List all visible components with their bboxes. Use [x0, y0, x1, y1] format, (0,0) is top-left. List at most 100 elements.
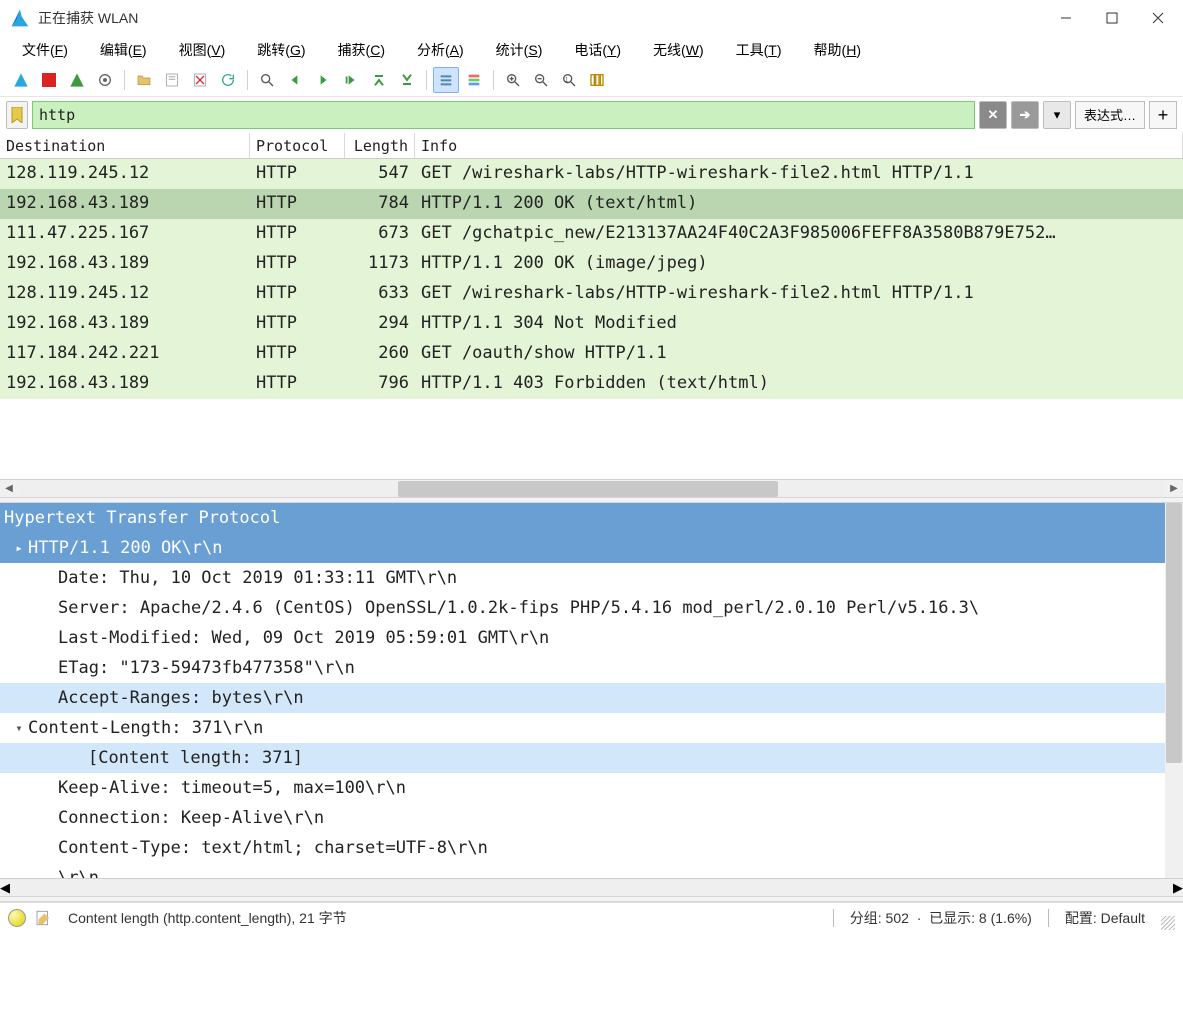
menu-g[interactable]: 跳转(G): [241, 36, 321, 64]
column-info[interactable]: Info: [415, 133, 1183, 158]
display-filter-field[interactable]: [33, 106, 974, 124]
menu-c[interactable]: 捕获(C): [322, 36, 401, 64]
clear-filter-button[interactable]: ✕: [979, 101, 1007, 129]
detail-crlf[interactable]: \r\n: [0, 863, 1183, 878]
capture-options-button[interactable]: [92, 67, 118, 93]
packet-row[interactable]: 192.168.43.189HTTP1173HTTP/1.1 200 OK (i…: [0, 249, 1183, 279]
go-previous-button[interactable]: [282, 67, 308, 93]
menu-y[interactable]: 电话(Y): [558, 36, 637, 64]
menu-a[interactable]: 分析(A): [401, 36, 480, 64]
colorize-button[interactable]: [461, 67, 487, 93]
detail-content-length-value[interactable]: [Content length: 371]: [0, 743, 1183, 773]
resize-columns-button[interactable]: [584, 67, 610, 93]
column-length[interactable]: Length: [345, 133, 415, 158]
go-first-button[interactable]: [366, 67, 392, 93]
stop-capture-button[interactable]: [36, 67, 62, 93]
go-to-packet-button[interactable]: [338, 67, 364, 93]
packet-row[interactable]: 192.168.43.189HTTP796HTTP/1.1 403 Forbid…: [0, 369, 1183, 399]
close-button[interactable]: [1135, 2, 1181, 34]
save-file-button[interactable]: [159, 67, 185, 93]
detail-date[interactable]: Date: Thu, 10 Oct 2019 01:33:11 GMT\r\n: [0, 563, 1183, 593]
column-protocol[interactable]: Protocol: [250, 133, 345, 158]
detail-etag[interactable]: ETag: "173-59473fb477358"\r\n: [0, 653, 1183, 683]
packet-row[interactable]: 128.119.245.12HTTP547GET /wireshark-labs…: [0, 159, 1183, 189]
cell-destination: 192.168.43.189: [0, 369, 250, 399]
cell-protocol: HTTP: [250, 189, 345, 219]
cell-length: 796: [345, 369, 415, 399]
go-last-button[interactable]: [394, 67, 420, 93]
scroll-track[interactable]: [10, 880, 1173, 896]
open-file-button[interactable]: [131, 67, 157, 93]
detail-server[interactable]: Server: Apache/2.4.6 (CentOS) OpenSSL/1.…: [0, 593, 1183, 623]
detail-content-length[interactable]: ▾Content-Length: 371\r\n: [0, 713, 1183, 743]
cell-length: 547: [345, 159, 415, 189]
status-packets: 分组: 502 · 已显示: 8 (1.6%): [842, 908, 1040, 928]
menu-s[interactable]: 统计(S): [480, 36, 559, 64]
scroll-left-arrow[interactable]: ◀: [0, 880, 10, 896]
auto-scroll-button[interactable]: [433, 67, 459, 93]
packet-row[interactable]: 192.168.43.189HTTP294HTTP/1.1 304 Not Mo…: [0, 309, 1183, 339]
packet-list-hscroll[interactable]: ◀ ▶: [0, 479, 1183, 497]
find-packet-button[interactable]: [254, 67, 280, 93]
detail-status-line[interactable]: ▸HTTP/1.1 200 OK\r\n: [0, 533, 1183, 563]
expert-info-icon[interactable]: [8, 909, 26, 927]
maximize-button[interactable]: [1089, 2, 1135, 34]
detail-content-type[interactable]: Content-Type: text/html; charset=UTF-8\r…: [0, 833, 1183, 863]
menu-e[interactable]: 编辑(E): [84, 36, 163, 64]
details-scroll-thumb[interactable]: [1166, 503, 1182, 763]
menu-f[interactable]: 文件(F): [6, 36, 84, 64]
close-file-button[interactable]: [187, 67, 213, 93]
cell-protocol: HTTP: [250, 309, 345, 339]
toolbar-separator: [247, 70, 248, 90]
apply-filter-button[interactable]: ➔: [1011, 101, 1039, 129]
menu-v[interactable]: 视图(V): [163, 36, 242, 64]
window-title: 正在捕获 WLAN: [38, 8, 1043, 28]
status-profile[interactable]: 配置: Default: [1057, 908, 1153, 928]
details-hscroll[interactable]: ◀ ▶: [0, 878, 1183, 896]
scroll-right-arrow[interactable]: ▶: [1173, 880, 1183, 896]
packet-row[interactable]: 192.168.43.189HTTP784HTTP/1.1 200 OK (te…: [0, 189, 1183, 219]
menu-t[interactable]: 工具(T): [720, 36, 798, 64]
filter-history-button[interactable]: ▾: [1043, 101, 1071, 129]
zoom-in-button[interactable]: [500, 67, 526, 93]
packet-row[interactable]: 117.184.242.221HTTP260GET /oauth/show HT…: [0, 339, 1183, 369]
detail-connection[interactable]: Connection: Keep-Alive\r\n: [0, 803, 1183, 833]
zoom-reset-button[interactable]: 1: [556, 67, 582, 93]
minimize-button[interactable]: [1043, 2, 1089, 34]
column-destination[interactable]: Destination: [0, 133, 250, 158]
detail-lastmod[interactable]: Last-Modified: Wed, 09 Oct 2019 05:59:01…: [0, 623, 1183, 653]
detail-root[interactable]: ▾Hypertext Transfer Protocol: [0, 503, 1183, 533]
cell-info: GET /wireshark-labs/HTTP-wireshark-file2…: [415, 279, 1183, 309]
scroll-left-arrow[interactable]: ◀: [0, 481, 18, 497]
scroll-track[interactable]: [18, 481, 1165, 497]
edit-note-icon[interactable]: [34, 909, 52, 927]
packet-row[interactable]: 111.47.225.167HTTP673GET /gchatpic_new/E…: [0, 219, 1183, 249]
cell-info: GET /gchatpic_new/E213137AA24F40C2A3F985…: [415, 219, 1183, 249]
start-capture-button[interactable]: [8, 67, 34, 93]
scroll-right-arrow[interactable]: ▶: [1165, 481, 1183, 497]
packet-list[interactable]: 128.119.245.12HTTP547GET /wireshark-labs…: [0, 159, 1183, 479]
cell-destination: 128.119.245.12: [0, 159, 250, 189]
detail-keepalive[interactable]: Keep-Alive: timeout=5, max=100\r\n: [0, 773, 1183, 803]
restart-capture-button[interactable]: [64, 67, 90, 93]
scroll-thumb[interactable]: [398, 481, 778, 497]
detail-accept-ranges[interactable]: Accept-Ranges: bytes\r\n: [0, 683, 1183, 713]
display-filter-input[interactable]: [32, 101, 975, 129]
details-vscroll[interactable]: [1165, 503, 1183, 878]
packet-row[interactable]: 128.119.245.12HTTP633GET /wireshark-labs…: [0, 279, 1183, 309]
toolbar-separator: [493, 70, 494, 90]
expression-button[interactable]: 表达式…: [1075, 101, 1145, 129]
filter-bookmark-button[interactable]: [6, 101, 28, 129]
resize-grip[interactable]: [1161, 916, 1175, 930]
main-toolbar: 1: [0, 64, 1183, 97]
cell-info: HTTP/1.1 304 Not Modified: [415, 309, 1183, 339]
zoom-out-button[interactable]: [528, 67, 554, 93]
packet-list-header: Destination Protocol Length Info: [0, 133, 1183, 159]
menu-h[interactable]: 帮助(H): [798, 36, 877, 64]
packet-details[interactable]: ▾Hypertext Transfer Protocol ▸HTTP/1.1 2…: [0, 503, 1183, 878]
add-filter-button[interactable]: +: [1149, 101, 1177, 129]
wireshark-icon: [10, 8, 30, 28]
menu-w[interactable]: 无线(W): [637, 36, 720, 64]
reload-button[interactable]: [215, 67, 241, 93]
go-next-button[interactable]: [310, 67, 336, 93]
